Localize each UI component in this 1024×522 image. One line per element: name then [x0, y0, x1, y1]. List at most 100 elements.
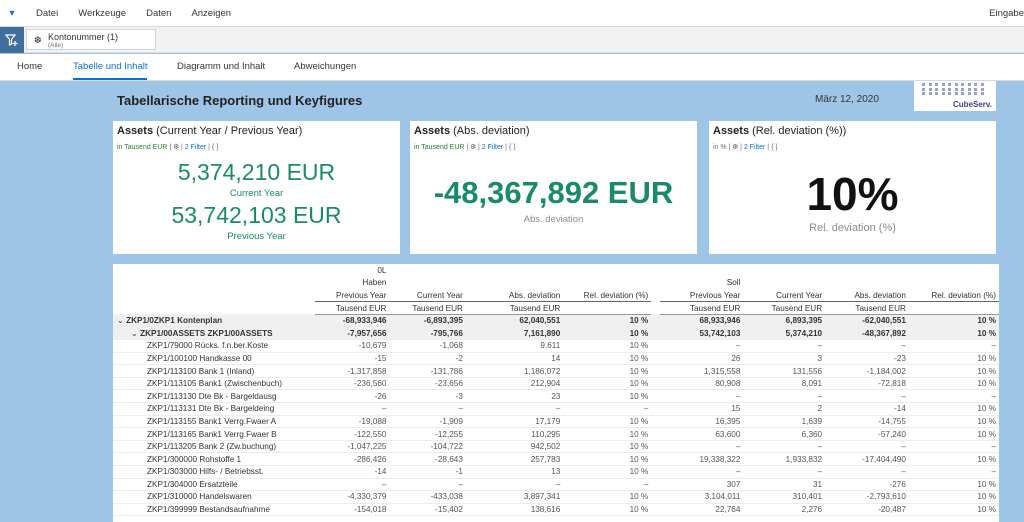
table-cell[interactable]: 110,295: [465, 427, 564, 441]
table-cell[interactable]: 942,502: [465, 440, 564, 454]
table-cell[interactable]: -14,755: [825, 415, 909, 429]
table-cell[interactable]: 10 %: [563, 452, 652, 466]
table-cell[interactable]: 10 %: [908, 490, 999, 504]
table-cell[interactable]: –: [825, 465, 909, 479]
table-cell[interactable]: -276: [825, 478, 909, 492]
table-cell[interactable]: –: [389, 402, 466, 416]
tab-abweichungen[interactable]: Abweichungen: [294, 54, 356, 80]
column-header[interactable]: Current Year: [743, 289, 826, 303]
table-cell[interactable]: 257,783: [465, 452, 564, 466]
table-cell[interactable]: -6,893,395: [389, 314, 466, 328]
table-cell[interactable]: –: [563, 402, 652, 416]
table-cell[interactable]: –: [465, 402, 564, 416]
table-cell[interactable]: 23: [465, 389, 564, 404]
table-cell[interactable]: 13: [465, 465, 564, 479]
table-cell[interactable]: -15: [315, 352, 390, 366]
table-row[interactable]: ZKP1/113165 Bank1 Verrg.Fwaer B -122,550-…: [113, 427, 999, 441]
chevron-down-icon[interactable]: ▾: [0, 0, 24, 27]
table-cell[interactable]: -154,018: [315, 503, 390, 517]
table-cell[interactable]: –: [908, 389, 999, 404]
tab-tabelle-und-inhalt[interactable]: Tabelle und Inhalt: [73, 54, 148, 80]
table-cell[interactable]: 1,933,832: [743, 452, 826, 466]
table-cell[interactable]: 8,091: [743, 377, 826, 391]
filter-token-kontonummer[interactable]: ❆ Kontonummer (1) (Alle): [26, 29, 156, 50]
table-row[interactable]: ZKP1/100100 Handkasse 00 -15 -2 14 10 % 26 3 -2…: [113, 352, 999, 366]
table-cell[interactable]: -1,068: [389, 339, 466, 353]
table-cell[interactable]: 10 %: [908, 427, 999, 441]
table-row[interactable]: ZKP1/310000 Handelswaren -4,330,379 -433,0…: [113, 490, 999, 504]
table-cell[interactable]: 1,639: [743, 415, 826, 429]
menu-datei[interactable]: Datei: [36, 8, 58, 19]
menu-daten[interactable]: Daten: [146, 8, 171, 19]
table-cell[interactable]: -17,404,490: [825, 452, 909, 466]
table-cell[interactable]: 10 %: [908, 478, 999, 492]
table-row[interactable]: ZKP1/399999 Bestandsaufnahme -154,018 -15,…: [113, 503, 999, 517]
table-cell[interactable]: -12,255: [389, 427, 466, 441]
kpi-card-abs-deviation[interactable]: Assets (Abs. deviation) in Tausend EUR |…: [410, 121, 697, 254]
table-cell[interactable]: 307: [659, 478, 744, 492]
collapse-chevron-icon[interactable]: ⌄: [117, 316, 126, 325]
table-cell[interactable]: –: [389, 478, 466, 492]
table-cell[interactable]: 22,764: [659, 503, 744, 517]
table-cell[interactable]: –: [743, 440, 826, 454]
table-cell[interactable]: 16,395: [659, 415, 744, 429]
table-cell[interactable]: –: [825, 389, 909, 404]
table-cell[interactable]: -26: [315, 389, 390, 404]
add-filter-button[interactable]: [0, 27, 24, 53]
menu-werkzeuge[interactable]: Werkzeuge: [78, 8, 126, 19]
table-cell[interactable]: -1,047,225: [315, 440, 390, 454]
table-cell[interactable]: 10 %: [908, 402, 999, 416]
column-header[interactable]: Rel. deviation (%): [908, 289, 999, 303]
table-cell[interactable]: 10 %: [563, 415, 652, 429]
menu-eingabe[interactable]: Eingabe: [989, 0, 1024, 27]
table-cell[interactable]: 10 %: [908, 452, 999, 466]
table-cell[interactable]: –: [908, 440, 999, 454]
table-cell[interactable]: -57,240: [825, 427, 909, 441]
table-cell[interactable]: 31: [743, 478, 826, 492]
table-cell[interactable]: 3,104,011: [659, 490, 744, 504]
table-cell[interactable]: 131,556: [743, 364, 826, 378]
table-cell[interactable]: -3: [389, 389, 466, 404]
table-cell[interactable]: 10 %: [563, 465, 652, 479]
table-cell[interactable]: 7,161,890: [465, 326, 564, 341]
table-cell[interactable]: 6,360: [743, 427, 826, 441]
table-cell[interactable]: -1: [389, 465, 466, 479]
table-cell[interactable]: 138,616: [465, 503, 564, 517]
table-cell[interactable]: -15,402: [389, 503, 466, 517]
table-cell[interactable]: –: [563, 478, 652, 492]
column-header[interactable]: Current Year: [389, 289, 466, 303]
table-cell[interactable]: -48,367,892: [825, 326, 909, 341]
table-cell[interactable]: -1,909: [389, 415, 466, 429]
table-cell[interactable]: -20,487: [825, 503, 909, 517]
table-cell[interactable]: –: [825, 440, 909, 454]
table-cell[interactable]: 3: [743, 352, 826, 366]
table-row[interactable]: ZKP1/113205 Bank 2 (Zw.buchung) -1,047,22…: [113, 440, 999, 454]
table-cell[interactable]: -2,793,610: [825, 490, 909, 504]
table-cell[interactable]: 26: [659, 352, 744, 366]
table-row[interactable]: ⌄ ZKP1/0ZKP1 Kontenplan -68,933,946 -6,893…: [113, 314, 999, 328]
table-cell[interactable]: 62,040,551: [465, 314, 564, 328]
column-header[interactable]: Previous Year: [659, 289, 744, 303]
table-cell[interactable]: –: [659, 465, 744, 479]
table-cell[interactable]: -131,786: [389, 364, 466, 378]
table-cell[interactable]: -1,184,002: [825, 364, 909, 378]
card-filter-link[interactable]: 2 Filter: [185, 144, 206, 151]
table-cell[interactable]: –: [465, 478, 564, 492]
table-cell[interactable]: 6,893,395: [743, 314, 826, 328]
table-cell[interactable]: 19,338,322: [659, 452, 744, 466]
tab-diagramm-und-inhalt[interactable]: Diagramm und Inhalt: [177, 54, 265, 80]
table-cell[interactable]: -433,038: [389, 490, 466, 504]
table-cell[interactable]: 1,315,558: [659, 364, 744, 378]
table-cell[interactable]: -122,550: [315, 427, 390, 441]
table-cell[interactable]: -10,679: [315, 339, 390, 353]
column-header[interactable]: Previous Year: [315, 289, 390, 303]
card-filter-link[interactable]: 2 Filter: [744, 144, 765, 151]
table-cell[interactable]: –: [659, 440, 744, 454]
table-cell[interactable]: 15: [659, 402, 744, 416]
table-row[interactable]: ZKP1/113100 Bank 1 (Inland) -1,317,858 -13…: [113, 364, 999, 378]
table-cell[interactable]: -104,722: [389, 440, 466, 454]
table-cell[interactable]: 2: [743, 402, 826, 416]
table-cell[interactable]: -19,088: [315, 415, 390, 429]
kpi-card-rel-deviation[interactable]: Assets (Rel. deviation (%)) in % | ❆ | 2…: [709, 121, 996, 254]
tab-home[interactable]: Home: [17, 54, 42, 80]
